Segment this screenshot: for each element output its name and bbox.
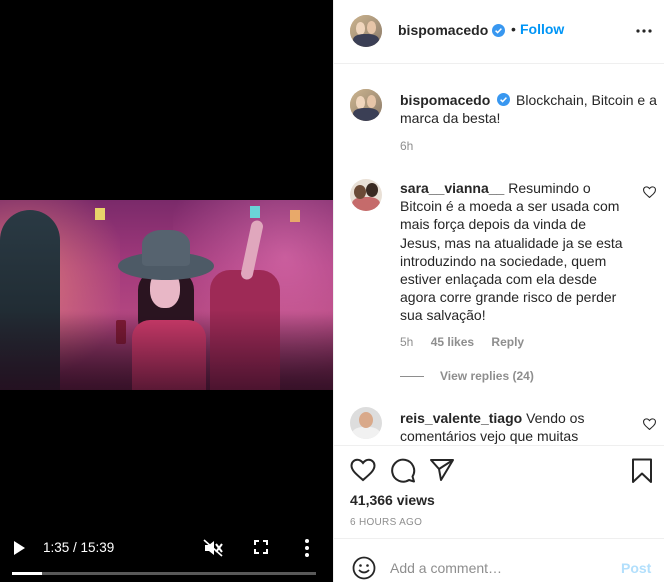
comment-time[interactable]: 5h: [400, 335, 413, 349]
comment-meta: 5h 45 likes Reply: [400, 335, 538, 349]
reply-button[interactable]: Reply: [491, 335, 524, 349]
comment-text: Resumindo o Bitcoin é a moeda a ser usad…: [400, 180, 623, 324]
video-player[interactable]: 1:35 / 15:39: [0, 0, 333, 582]
view-count[interactable]: 41,366 views: [350, 492, 435, 508]
bookmark-icon[interactable]: [631, 458, 653, 484]
header-username[interactable]: bispomacedo: [398, 22, 488, 38]
verified-badge-icon: [492, 24, 505, 37]
video-decoration: [250, 206, 260, 218]
comment-body: sara__vianna__ Resumindo o Bitcoin é a m…: [400, 179, 630, 325]
video-progress-bar[interactable]: [12, 572, 316, 575]
comment-input[interactable]: [390, 557, 610, 579]
separator-dot: •: [511, 21, 516, 37]
post-header: bispomacedo • Follow: [334, 0, 664, 64]
more-vertical-icon[interactable]: [304, 538, 310, 558]
video-frame[interactable]: [0, 200, 333, 390]
comment-username[interactable]: sara__vianna__: [400, 180, 504, 196]
avatar[interactable]: [350, 89, 382, 121]
verified-badge-icon: [497, 93, 511, 106]
more-options-icon[interactable]: [636, 29, 652, 33]
avatar[interactable]: [350, 15, 382, 47]
post-timestamp[interactable]: 6 HOURS AGO: [350, 517, 422, 528]
view-replies-button[interactable]: View replies (24): [440, 369, 534, 383]
comment-body: reis_valente_tiago Vendo os comentários …: [400, 409, 630, 445]
caption-username[interactable]: bispomacedo: [400, 92, 490, 108]
video-shade: [0, 310, 333, 390]
view-replies-line: [400, 376, 424, 377]
comment-icon[interactable]: [390, 458, 416, 484]
emoji-icon[interactable]: [352, 556, 376, 580]
comment-like-heart-icon[interactable]: [643, 418, 656, 430]
video-decoration: [95, 208, 105, 220]
post-actions: 41,366 views 6 HOURS AGO: [334, 445, 664, 537]
comments-list[interactable]: bispomacedo Blockchain, Bitcoin e a marc…: [334, 65, 664, 445]
video-time: 1:35 / 15:39: [43, 540, 115, 555]
video-controls: 1:35 / 15:39: [0, 532, 333, 572]
play-icon[interactable]: [12, 540, 26, 556]
mute-icon[interactable]: [203, 539, 223, 557]
post-caption: bispomacedo Blockchain, Bitcoin e a marc…: [400, 91, 660, 127]
post-comment-button[interactable]: Post: [621, 560, 651, 576]
fullscreen-icon[interactable]: [254, 540, 268, 554]
video-decoration: [290, 210, 300, 222]
caption-timestamp[interactable]: 6h: [400, 139, 413, 153]
comment-like-heart-icon[interactable]: [643, 186, 656, 198]
heart-icon[interactable]: [350, 458, 376, 482]
follow-button[interactable]: Follow: [520, 21, 564, 37]
comment-username[interactable]: reis_valente_tiago: [400, 410, 522, 426]
add-comment-bar: Post: [334, 538, 664, 582]
share-icon[interactable]: [429, 458, 455, 482]
comment-likes[interactable]: 45 likes: [431, 335, 474, 349]
video-progress-fill: [12, 572, 43, 575]
avatar[interactable]: [350, 407, 382, 439]
post-panel: bispomacedo • Follow bispomacedo Blockch…: [333, 0, 664, 582]
avatar[interactable]: [350, 179, 382, 211]
